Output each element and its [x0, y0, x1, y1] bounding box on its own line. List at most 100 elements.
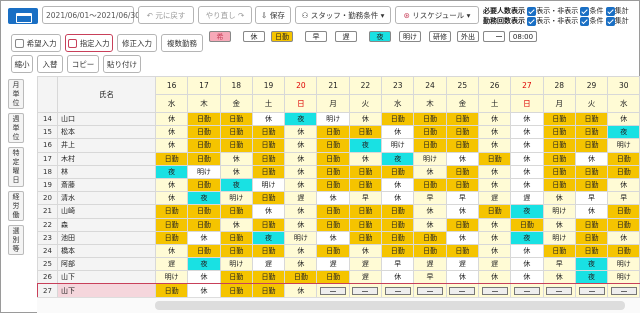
shift-cell[interactable]: 日勤: [348, 164, 383, 179]
shift-cell[interactable]: 休: [477, 138, 512, 153]
day-header[interactable]: 22: [348, 76, 383, 95]
shift-cell[interactable]: 日勤: [316, 270, 350, 285]
shift-cell[interactable]: 日勤: [219, 283, 253, 298]
shift-cell[interactable]: 日勤: [219, 204, 253, 219]
shift-cell[interactable]: 日勤: [445, 217, 479, 232]
shift-cell[interactable]: 休: [187, 230, 221, 245]
shift-cell[interactable]: 休: [542, 191, 576, 206]
shift-cell[interactable]: 明け: [607, 270, 640, 285]
shift-cell[interactable]: 夜: [187, 257, 221, 272]
shift-cell[interactable]: 明け: [316, 111, 350, 127]
shift-cell[interactable]: 日勤: [187, 111, 221, 127]
shift-cell[interactable]: 日勤: [251, 151, 286, 166]
shift-cell[interactable]: 夜: [251, 230, 286, 245]
legend-dawn[interactable]: 明け: [399, 31, 421, 42]
shift-cell[interactable]: 日勤: [219, 230, 253, 245]
shift-cell[interactable]: 休: [413, 204, 447, 219]
shift-cell[interactable]: 休: [477, 125, 512, 140]
staff-name[interactable]: 清水: [57, 191, 156, 206]
shift-cell[interactable]: 夜: [348, 138, 383, 153]
shift-cell[interactable]: 休: [187, 283, 221, 298]
shift-cell[interactable]: 日勤: [413, 138, 447, 153]
save-button[interactable]: ⇩ 保存: [255, 6, 291, 24]
shift-cell[interactable]: 日勤: [574, 111, 609, 127]
shift-cell[interactable]: 日勤: [154, 230, 189, 245]
staff-name[interactable]: 山口: [57, 111, 156, 127]
shift-cell[interactable]: 日勤: [607, 243, 640, 259]
day-header[interactable]: 21: [316, 76, 350, 95]
shift-cell[interactable]: 夜: [574, 257, 609, 272]
shift-cell[interactable]: 日勤: [477, 151, 512, 166]
scrollbar-thumb[interactable]: [155, 301, 625, 310]
shift-cell[interactable]: 休: [510, 243, 544, 259]
legend-out[interactable]: 外出: [457, 31, 479, 42]
side-tab-week[interactable]: 週単位: [8, 113, 24, 143]
shift-cell[interactable]: 明け: [284, 230, 318, 245]
shift-cell[interactable]: 休: [574, 151, 609, 166]
legend-early[interactable]: 早: [305, 31, 327, 42]
staff-name[interactable]: 池田: [57, 230, 156, 245]
shift-cell[interactable]: 休: [445, 230, 479, 245]
shift-cell[interactable]: 明け: [219, 257, 253, 272]
shift-cell[interactable]: 日勤: [413, 125, 447, 140]
shift-cell[interactable]: 日勤: [574, 217, 609, 232]
staff-name[interactable]: 山下: [57, 270, 156, 285]
shift-cell[interactable]: 明け: [607, 257, 640, 272]
shift-cell[interactable]: 日勤: [219, 111, 253, 127]
workcount-cond-checkbox[interactable]: [580, 16, 590, 26]
shift-cell[interactable]: 日勤: [574, 138, 609, 153]
shift-cell[interactable]: 休: [316, 191, 350, 206]
shift-cell[interactable]: 休: [348, 111, 383, 127]
shift-cell[interactable]: 日勤: [187, 151, 221, 166]
shift-cell[interactable]: 日勤: [413, 177, 447, 193]
shift-cell[interactable]: 日勤: [187, 204, 221, 219]
shift-cell[interactable]: 日勤: [154, 217, 189, 232]
shift-cell[interactable]: 日勤: [574, 243, 609, 259]
shift-cell[interactable]: 日勤: [381, 243, 415, 259]
shift-cell[interactable]: 早: [348, 191, 383, 206]
legend-night[interactable]: 夜: [369, 31, 391, 42]
shift-cell[interactable]: 休: [477, 230, 512, 245]
staff-name[interactable]: 林: [57, 164, 156, 179]
shift-cell[interactable]: 日勤: [348, 125, 383, 140]
shift-cell[interactable]: 日勤: [445, 138, 479, 153]
shift-cell[interactable]: 日勤: [316, 164, 350, 179]
shift-cell[interactable]: 日勤: [607, 217, 640, 232]
shift-cell[interactable]: 日勤: [542, 125, 576, 140]
side-tab-weekday[interactable]: 特定曜日: [8, 147, 24, 187]
shift-cell[interactable]: 日勤: [316, 217, 350, 232]
workcount-show-checkbox[interactable]: [527, 16, 537, 26]
shift-cell[interactable]: 休: [284, 257, 318, 272]
shift-cell[interactable]: 日勤: [574, 230, 609, 245]
shift-cell[interactable]: [413, 283, 447, 298]
workcount-total-checkbox[interactable]: [605, 16, 615, 26]
shift-cell[interactable]: 休: [445, 270, 479, 285]
shift-cell[interactable]: 日勤: [381, 230, 415, 245]
shift-cell[interactable]: 休: [219, 217, 253, 232]
legend-wish[interactable]: 希: [209, 31, 231, 42]
day-header[interactable]: 27: [510, 76, 544, 95]
legend-late[interactable]: 遅: [335, 31, 357, 42]
shift-cell[interactable]: 休: [316, 230, 350, 245]
shift-cell[interactable]: 休: [348, 151, 383, 166]
shift-cell[interactable]: 休: [574, 204, 609, 219]
horizontal-scrollbar[interactable]: [37, 297, 640, 313]
shift-cell[interactable]: 休: [154, 243, 189, 259]
shift-cell[interactable]: 遅: [316, 257, 350, 272]
shift-cell[interactable]: 夜: [187, 191, 221, 206]
side-tab-labor[interactable]: 経労働: [8, 191, 24, 221]
shift-cell[interactable]: 早: [542, 257, 576, 272]
shift-cell[interactable]: 日勤: [542, 164, 576, 179]
shift-cell[interactable]: 早: [607, 191, 640, 206]
shift-cell[interactable]: 日勤: [348, 230, 383, 245]
shift-cell[interactable]: 休: [477, 270, 512, 285]
legend-training[interactable]: 研修: [429, 31, 451, 42]
shift-cell[interactable]: 休: [510, 257, 544, 272]
shift-cell[interactable]: 遅: [284, 191, 318, 206]
date-range-field[interactable]: 2021/06/01～2021/06/30: [42, 6, 140, 24]
shift-cell[interactable]: 日勤: [316, 243, 350, 259]
shift-cell[interactable]: 日勤: [251, 270, 286, 285]
shift-cell[interactable]: 日勤: [187, 217, 221, 232]
shift-cell[interactable]: 日勤: [219, 125, 253, 140]
shift-cell[interactable]: 夜: [510, 204, 544, 219]
